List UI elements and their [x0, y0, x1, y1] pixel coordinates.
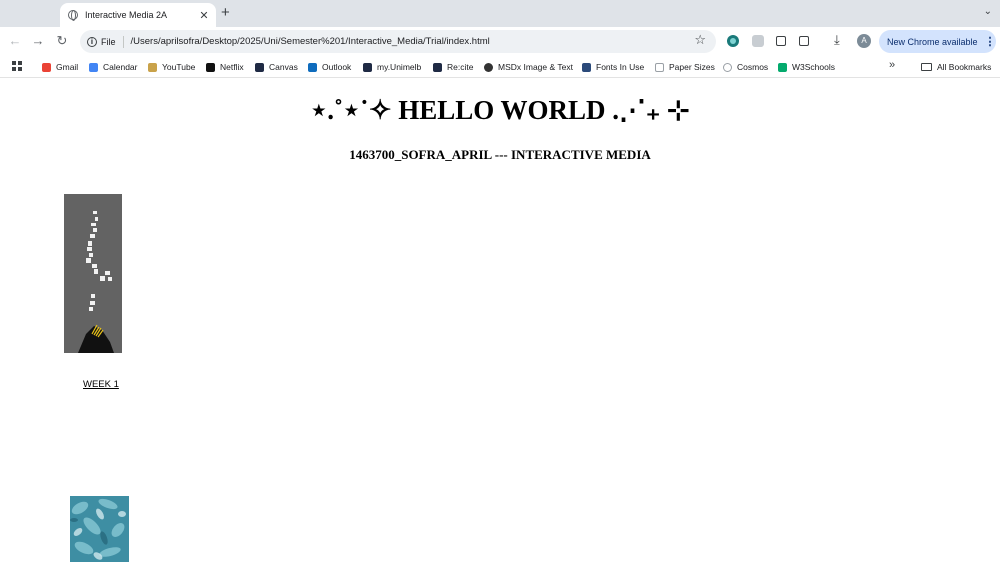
fonts-in-use-icon	[582, 62, 591, 72]
canvas-icon	[255, 62, 264, 72]
week-1-thumbnail[interactable]	[64, 194, 122, 353]
url-text[interactable]: /Users/aprilsofra/Desktop/2025/Uni/Semes…	[131, 36, 490, 47]
bookmark-outlook[interactable]: Outlook	[308, 60, 351, 74]
cosmos-icon	[723, 62, 732, 72]
tab-search-chevron-icon[interactable]: ⌄	[984, 6, 992, 17]
bookmark-calendar[interactable]: Calendar	[89, 60, 138, 74]
outlook-icon	[308, 62, 317, 72]
address-bar[interactable]: i File /Users/aprilsofra/Desktop/2025/Un…	[80, 30, 716, 53]
page-title: ⋆.˚⋆˙✧ HELLO WORLD .⋰₊ ⊹	[310, 95, 690, 125]
toolbar: ← → ↻ i File /Users/aprilsofra/Desktop/2…	[0, 27, 1000, 56]
bookmark-my-unimelb[interactable]: my.Unimelb	[363, 60, 421, 74]
all-bookmarks-folder[interactable]: All Bookmarks	[921, 60, 991, 74]
bookmark-star-icon[interactable]: ☆	[694, 33, 706, 48]
back-button[interactable]: ←	[8, 34, 22, 48]
close-tab-icon[interactable]: ✕	[198, 9, 210, 22]
update-chrome-button[interactable]: New Chrome available ⋮	[879, 30, 996, 53]
bookmark-w3schools[interactable]: W3Schools	[778, 60, 835, 74]
more-bookmarks-chevron-icon[interactable]: »	[889, 59, 895, 71]
msdx-icon	[484, 62, 493, 72]
unimelb-icon	[363, 62, 372, 72]
calendar-icon	[89, 62, 98, 72]
page-subtitle: 1463700_SOFRA_APRIL --- INTERACTIVE MEDI…	[349, 147, 651, 162]
update-chrome-label: New Chrome available	[887, 36, 978, 47]
week-1-link[interactable]: WEEK 1	[83, 379, 119, 390]
bookmark-cosmos[interactable]: Cosmos	[723, 60, 768, 74]
bookmarks-bar: Gmail Calendar YouTube Netflix Canvas Ou…	[0, 56, 1000, 78]
file-chip: File	[101, 36, 116, 47]
bookmark-netflix[interactable]: Netflix	[206, 60, 244, 74]
bookmark-canvas[interactable]: Canvas	[255, 60, 298, 74]
tab-strip: Interactive Media 2A ✕ + ⌄	[0, 0, 1000, 27]
youtube-icon	[148, 62, 157, 72]
gmail-icon	[42, 62, 51, 72]
info-icon[interactable]: i	[87, 36, 97, 47]
bookmark-youtube[interactable]: YouTube	[148, 60, 195, 74]
capture-icon[interactable]	[776, 36, 786, 46]
globe-icon	[68, 10, 78, 21]
avatar[interactable]: A	[857, 34, 871, 48]
bookmark-gmail[interactable]: Gmail	[42, 60, 78, 74]
week-2-artwork	[70, 496, 129, 562]
divider	[122, 35, 124, 48]
new-tab-button[interactable]: +	[221, 5, 230, 21]
w3schools-icon	[778, 62, 787, 72]
download-icon[interactable]: ⤓	[834, 33, 840, 48]
apps-grid-icon[interactable]	[12, 61, 22, 71]
page-content: ⋆.˚⋆˙✧ HELLO WORLD .⋰₊ ⊹ 1463700_SOFRA_A…	[0, 79, 1000, 583]
reload-button[interactable]: ↻	[55, 34, 69, 48]
page-icon	[655, 62, 664, 72]
puzzle-extensions-icon[interactable]	[799, 36, 809, 46]
menu-dots-icon[interactable]: ⋮	[985, 35, 996, 48]
recite-icon	[433, 62, 442, 72]
netflix-icon	[206, 62, 215, 72]
bookmark-msdx[interactable]: MSDx Image & Text	[484, 60, 573, 74]
week-2-thumbnail[interactable]	[70, 496, 129, 562]
bookmark-fonts-in-use[interactable]: Fonts In Use	[582, 60, 644, 74]
extension-icon[interactable]	[752, 35, 764, 47]
bookmark-recite[interactable]: Re:cite	[433, 60, 473, 74]
bookmark-paper-sizes[interactable]: Paper Sizes	[655, 60, 715, 74]
tab-title: Interactive Media 2A	[85, 10, 168, 20]
active-tab[interactable]: Interactive Media 2A ✕	[60, 3, 216, 27]
folder-icon	[921, 63, 932, 71]
week-1-artwork	[64, 194, 122, 353]
extension-icon[interactable]	[727, 35, 739, 47]
forward-button[interactable]: →	[31, 34, 45, 48]
